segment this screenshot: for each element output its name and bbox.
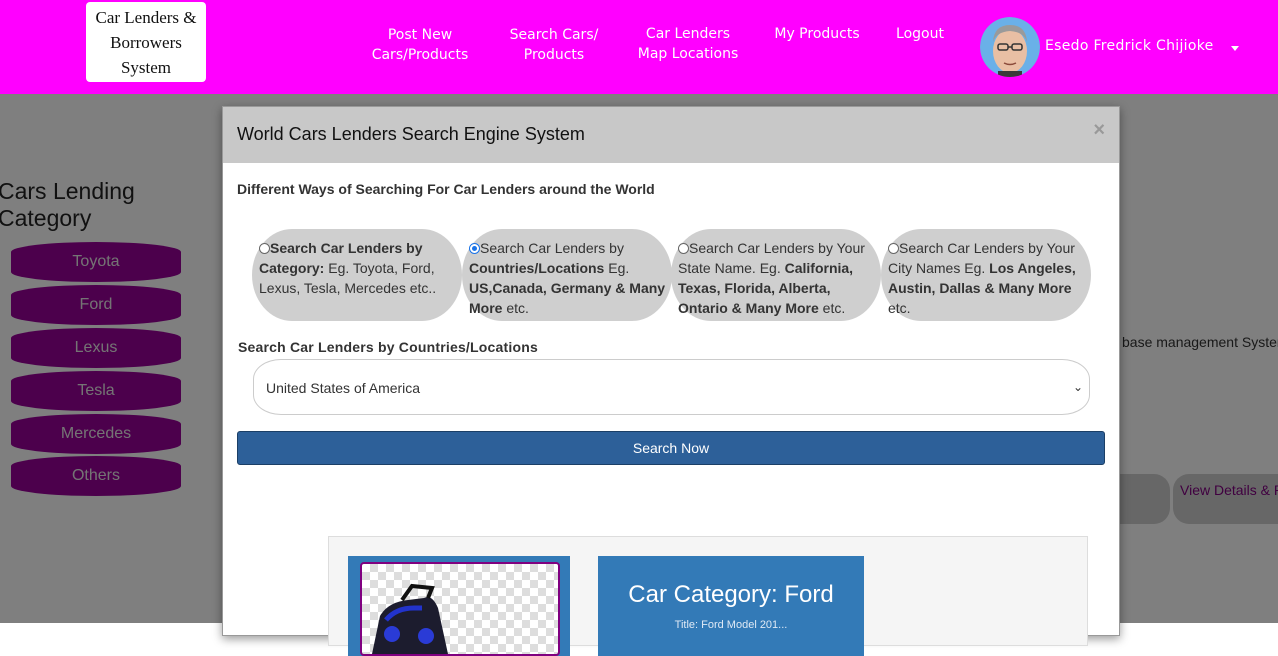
radio-country[interactable] xyxy=(469,243,480,254)
result-card: Car Category: Ford Title: Ford Model 201… xyxy=(328,536,1088,656)
option-bold-text: Countries/Locations xyxy=(469,260,605,276)
option-by-state-text: Search Car Lenders by Your State Name. E… xyxy=(678,240,865,316)
search-now-button[interactable]: Search Now xyxy=(237,431,1105,465)
nav-my-products[interactable]: My Products xyxy=(770,24,864,44)
card-title: Car Category: Ford xyxy=(628,581,834,608)
radio-state[interactable] xyxy=(678,243,689,254)
option-by-country-text: Search Car Lenders by Countries/Location… xyxy=(469,240,665,316)
nav-logout[interactable]: Logout xyxy=(892,24,948,44)
car-thumbnail[interactable] xyxy=(360,562,560,656)
user-avatar-image xyxy=(980,17,1040,77)
nav-post-new-line2: Cars/Products xyxy=(371,47,469,63)
brand-logo[interactable]: Car Lenders & Borrowers System xyxy=(86,2,206,82)
top-navbar: Car Lenders & Borrowers System Post New … xyxy=(0,0,1278,94)
car-thumbnail-frame[interactable] xyxy=(348,556,570,656)
option-text: etc. xyxy=(888,300,911,316)
option-text: etc. xyxy=(818,300,846,316)
radio-city[interactable] xyxy=(888,243,899,254)
avatar[interactable] xyxy=(980,17,1040,77)
option-text: Search Car Lenders by xyxy=(480,240,624,256)
modal-header: World Cars Lenders Search Engine System … xyxy=(223,107,1119,163)
chevron-down-icon: ⌄ xyxy=(1072,380,1083,394)
option-by-city-text: Search Car Lenders by Your City Names Eg… xyxy=(888,240,1076,316)
nav-search-cars[interactable]: Search Cars/ Products xyxy=(505,25,603,65)
radio-category[interactable] xyxy=(259,243,270,254)
option-text: etc. xyxy=(502,300,529,316)
option-by-country[interactable]: Search Car Lenders by Countries/Location… xyxy=(462,229,672,321)
nav-logout-label: Logout xyxy=(896,26,944,42)
nav-map-line2: Map Locations xyxy=(637,46,739,62)
modal-title: World Cars Lenders Search Engine System xyxy=(237,124,585,144)
nav-search-cars-line2: Products xyxy=(523,47,585,63)
modal-subtitle: Different Ways of Searching For Car Lend… xyxy=(237,181,655,197)
chevron-down-icon[interactable] xyxy=(1231,46,1239,51)
brand-line-2: Borrowers System xyxy=(110,32,182,77)
option-bold-text: US,Canada, Germany & Many More xyxy=(469,280,666,316)
select-label: Search Car Lenders by Countries/Location… xyxy=(238,339,538,355)
nav-search-cars-line1: Search Cars/ xyxy=(509,27,599,43)
brand-line-1: Car Lenders & xyxy=(95,7,197,27)
user-name[interactable]: Esedo Fredrick Chijioke xyxy=(1045,38,1214,54)
option-by-category-text: Search Car Lenders by Category: Eg. Toyo… xyxy=(259,240,436,296)
nav-post-new-line1: Post New xyxy=(387,27,453,43)
option-by-city[interactable]: Search Car Lenders by Your City Names Eg… xyxy=(881,229,1091,321)
car-image xyxy=(372,583,448,654)
country-select-value: United States of America xyxy=(266,380,421,396)
nav-my-products-label: My Products xyxy=(774,26,860,42)
search-modal: World Cars Lenders Search Engine System … xyxy=(222,106,1120,656)
nav-map-line1: Car Lenders xyxy=(645,26,731,42)
close-icon[interactable]: × xyxy=(1093,119,1105,142)
option-text: Eg. xyxy=(604,260,630,276)
option-by-category[interactable]: Search Car Lenders by Category: Eg. Toyo… xyxy=(252,229,462,321)
country-select[interactable]: United States of America ⌄ xyxy=(253,359,1090,415)
card-subtitle: Title: Ford Model 201... xyxy=(674,619,788,631)
nav-post-new[interactable]: Post New Cars/Products xyxy=(370,25,470,65)
option-by-state[interactable]: Search Car Lenders by Your State Name. E… xyxy=(671,229,881,321)
nav-map-locations[interactable]: Car Lenders Map Locations xyxy=(636,24,740,64)
car-info-card[interactable]: Car Category: Ford Title: Ford Model 201… xyxy=(598,556,864,656)
